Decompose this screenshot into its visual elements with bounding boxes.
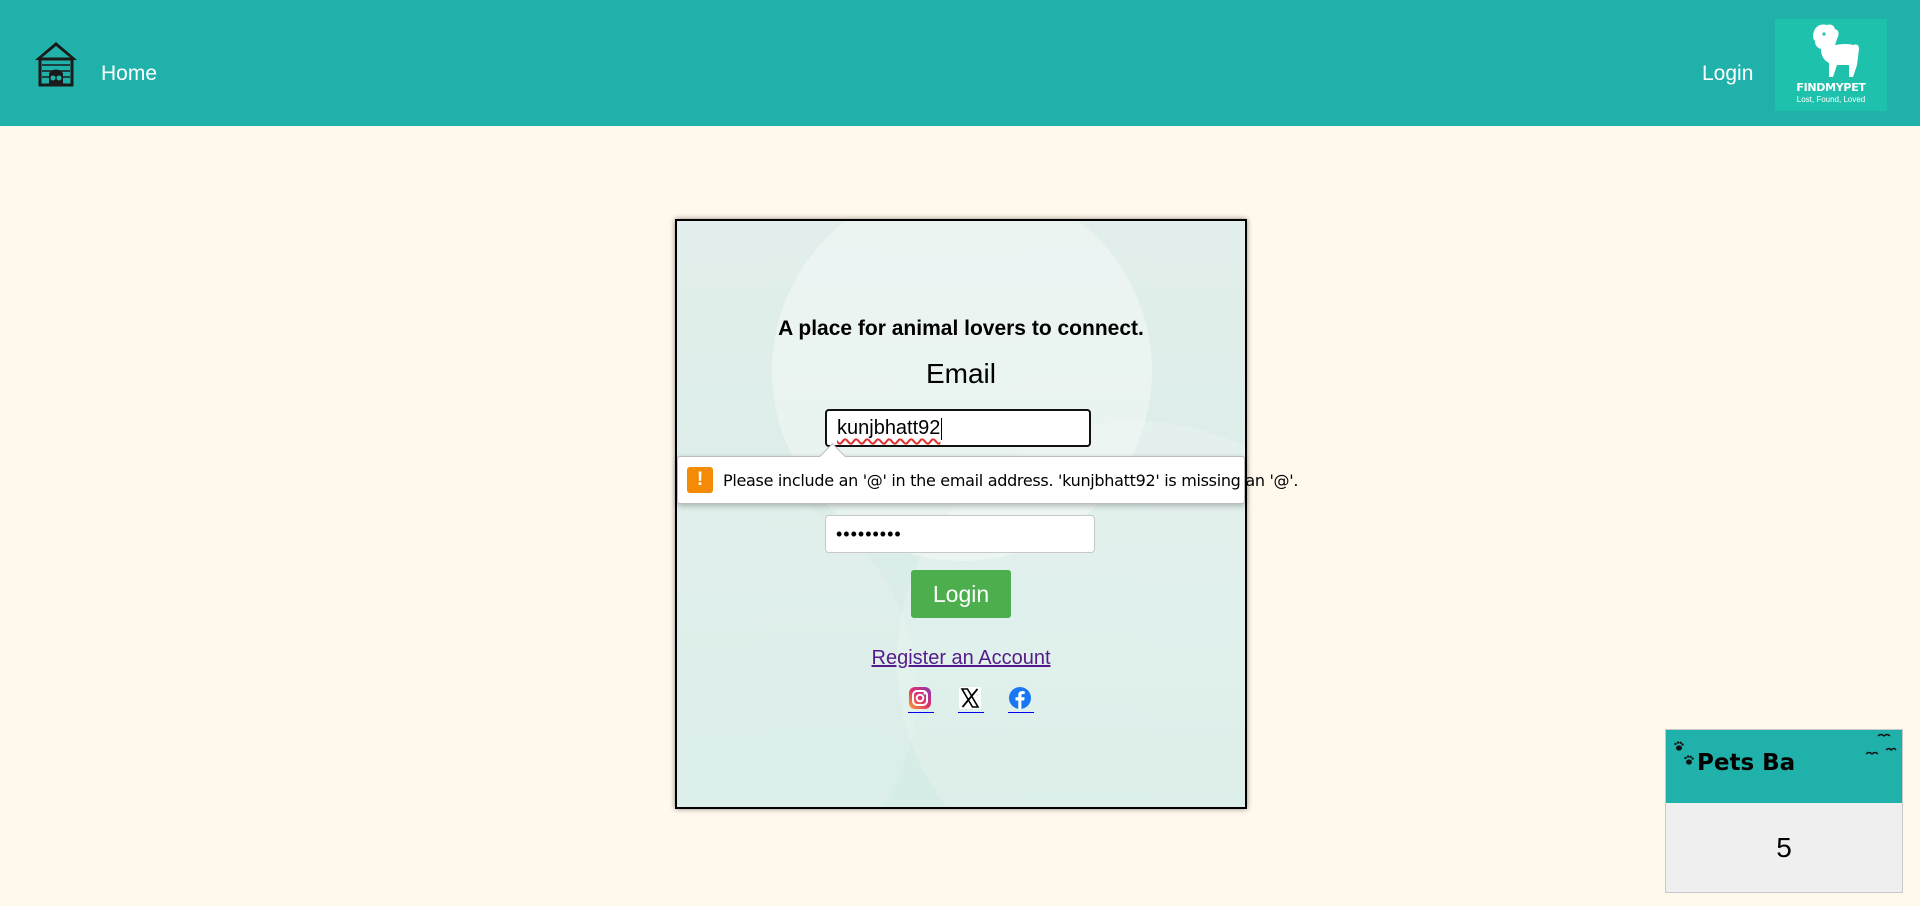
doghouse-icon[interactable] [33,40,79,88]
login-card: A place for animal lovers to connect. Em… [675,219,1247,809]
warning-icon: ! [687,467,713,493]
text-caret [941,417,943,440]
paw-prints-icon [1674,741,1694,765]
social-links [908,686,1034,716]
pets-widget-header: Pets Ba [1666,730,1902,803]
email-value: kunjbhatt92 [837,417,941,439]
instagram-link[interactable] [908,686,934,713]
email-label: Email [925,358,996,389]
nav-login-link[interactable]: Login [1702,62,1753,86]
dog-logo-icon [1813,24,1859,77]
brand-name: FINDMYPET [1796,81,1866,94]
pets-widget-title: Pets Ba [1697,750,1796,776]
instagram-icon [909,687,931,709]
login-button[interactable]: Login [911,570,1011,618]
x-link[interactable] [958,686,984,713]
top-navbar: Home Login FINDMYPET Lost, Found, Loved [0,0,1920,126]
email-validation-tooltip: ! Please include an '@' in the email add… [677,443,1298,504]
card-tagline: A place for animal lovers to connect. [778,317,1144,340]
pets-count: 5 [1776,832,1792,863]
brand-tagline: Lost, Found, Loved [1796,95,1866,104]
validation-message: Please include an '@' in the email addre… [723,471,1299,490]
pets-widget[interactable]: Pets Ba 5 [1665,729,1903,893]
nav-home-link[interactable]: Home [101,62,157,86]
findmypet-logo[interactable]: FINDMYPET Lost, Found, Loved [1775,19,1887,111]
email-input[interactable]: kunjbhatt92 [825,409,1091,447]
facebook-icon [1009,687,1031,709]
x-icon [959,687,981,709]
register-link[interactable]: Register an Account [677,647,1245,670]
birds-icon [1865,733,1897,755]
password-input[interactable]: ••••••••• [825,515,1095,553]
facebook-link[interactable] [1008,686,1034,713]
